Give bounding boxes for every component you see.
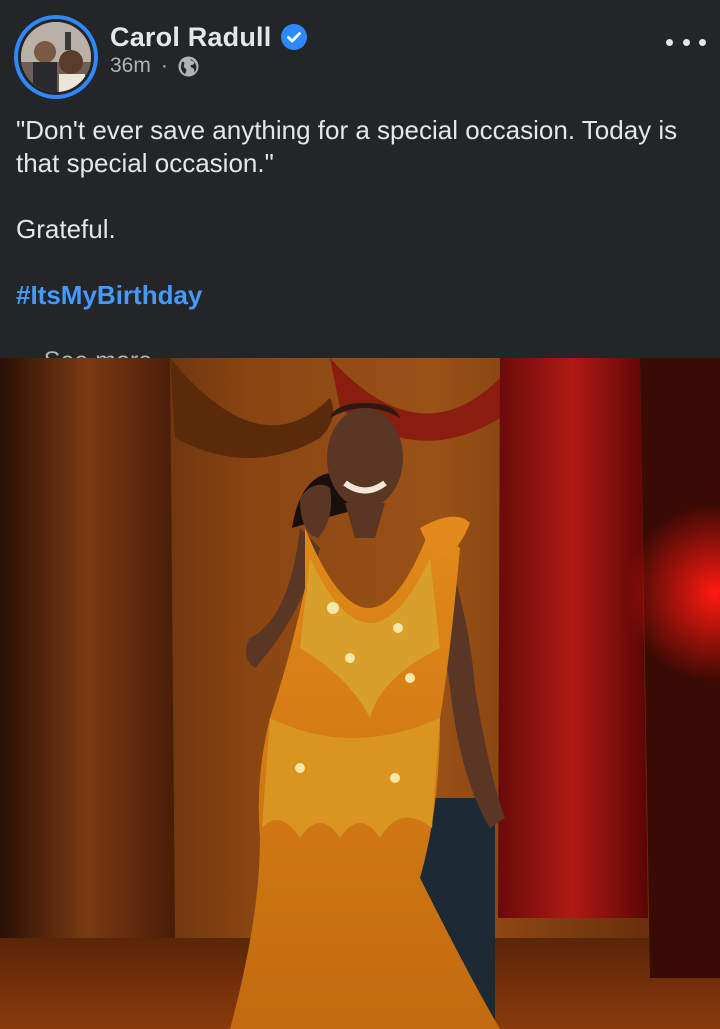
post-line: Grateful. bbox=[16, 214, 116, 244]
photo-illustration bbox=[0, 358, 720, 1029]
post-text: "Don't ever save anything for a special … bbox=[16, 114, 706, 378]
post-header: Carol Radull 36m · bbox=[0, 0, 720, 100]
verified-badge-icon bbox=[281, 24, 308, 50]
dot bbox=[682, 38, 690, 46]
facebook-post: Carol Radull 36m · "Don't ever save anyt… bbox=[0, 0, 720, 1029]
avatar-frame bbox=[18, 19, 94, 95]
more-options-icon[interactable] bbox=[666, 28, 706, 56]
author-row: Carol Radull bbox=[110, 20, 308, 54]
profile-avatar[interactable] bbox=[14, 15, 98, 99]
avatar-photo bbox=[21, 22, 91, 92]
dot bbox=[699, 38, 706, 46]
author-name[interactable]: Carol Radull bbox=[110, 22, 271, 53]
post-timestamp[interactable]: 36m bbox=[110, 54, 151, 78]
post-quote: "Don't ever save anything for a special … bbox=[16, 115, 678, 178]
post-meta: 36m · bbox=[110, 54, 199, 78]
globe-icon[interactable] bbox=[178, 56, 199, 77]
meta-separator: · bbox=[160, 54, 168, 77]
post-photo[interactable] bbox=[0, 358, 720, 1029]
hashtag-link[interactable]: #ItsMyBirthday bbox=[16, 279, 706, 312]
dot bbox=[666, 38, 673, 46]
